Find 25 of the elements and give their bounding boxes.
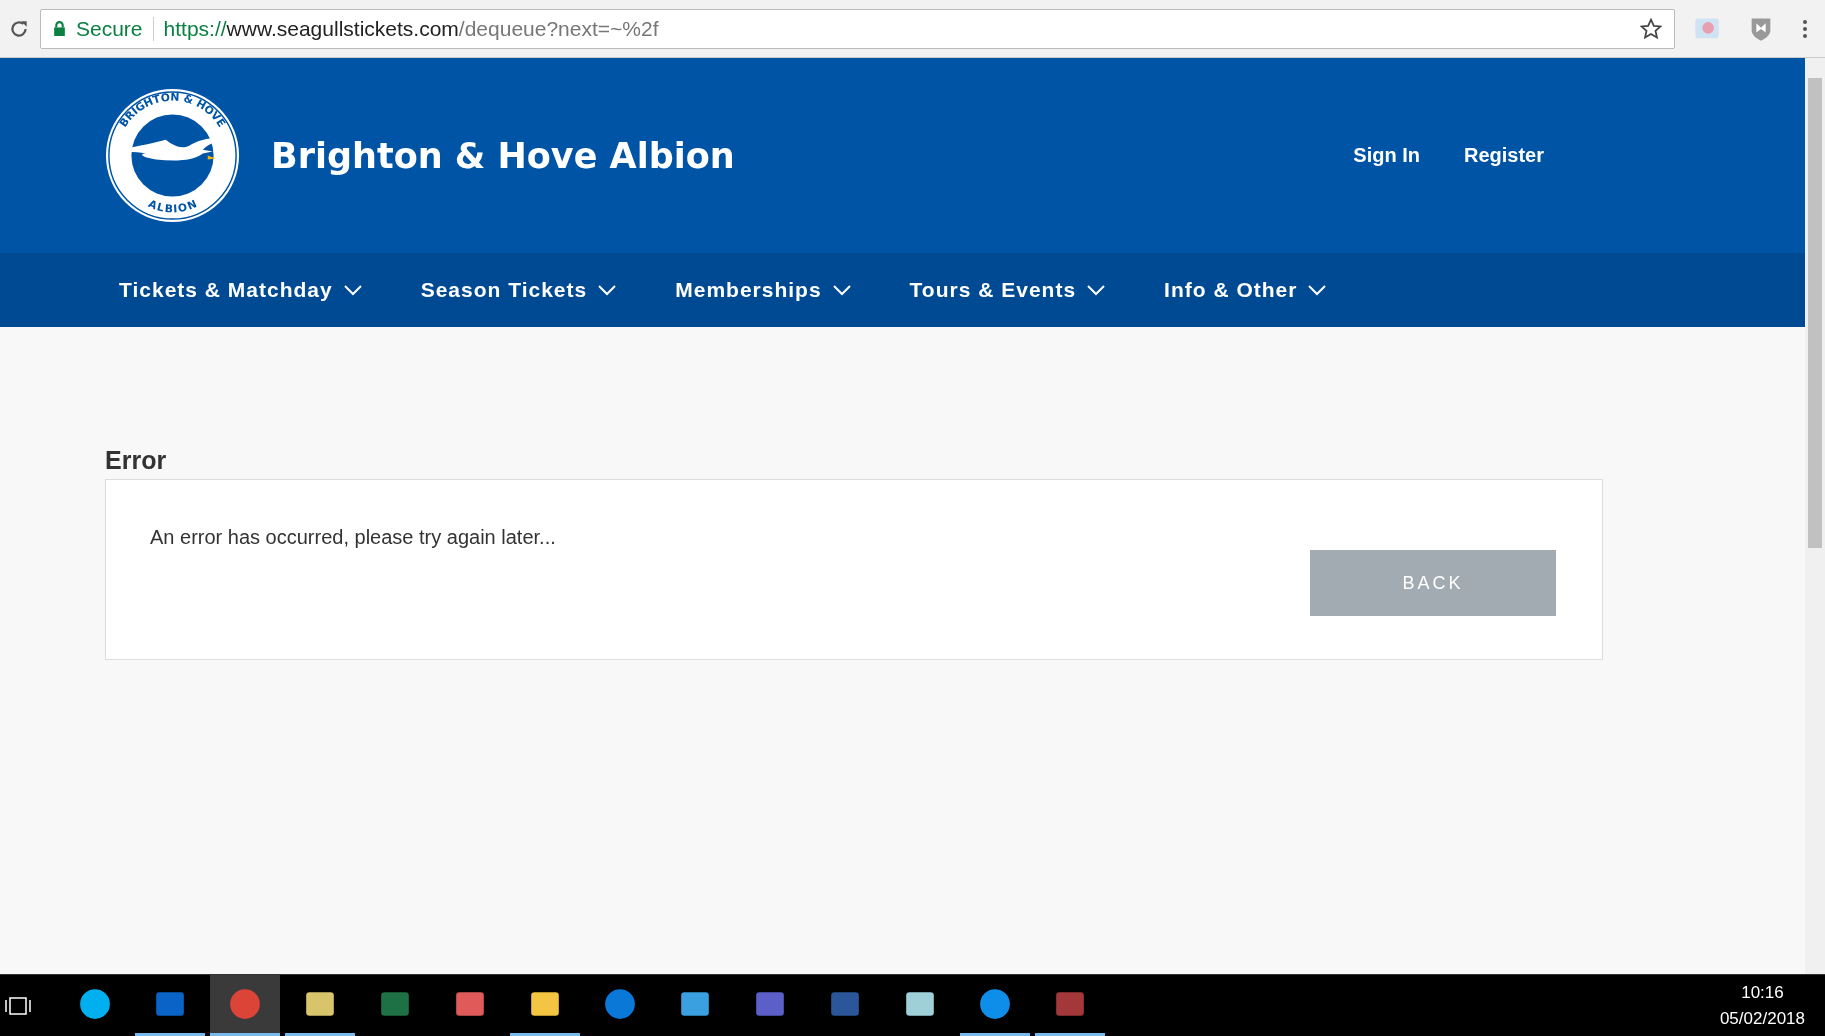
chevron-down-icon (342, 284, 363, 296)
url-text: https://www.seagullstickets.com/dequeue?next=~%2f (163, 16, 660, 41)
nav-menu-item[interactable]: Tours & Events (909, 278, 1107, 302)
menu-icon[interactable] (1801, 18, 1809, 39)
star-icon[interactable] (1640, 17, 1662, 40)
clock-time: 10:16 (1741, 982, 1784, 1003)
header-link[interactable]: Register (1463, 144, 1544, 167)
chevron-down-icon (1307, 284, 1328, 296)
secure-label: Secure (76, 16, 143, 41)
clock-date: 05/02/2018 (1719, 1008, 1805, 1029)
nav-menu-item[interactable]: Tickets & Matchday (119, 278, 363, 302)
taskbar-button[interactable] (210, 975, 280, 1036)
address-bar[interactable]: Secure https://www.seagullstickets.com/dequeue?next=~%2f (40, 8, 1675, 49)
chevron-down-icon (1086, 284, 1107, 296)
error-message: An error has occurred, please try again later... (150, 526, 556, 548)
error-heading: Error (105, 446, 168, 475)
chevron-down-icon (597, 284, 618, 296)
chevron-down-icon (831, 284, 852, 296)
nav-menu-item[interactable]: Info & Other (1164, 278, 1328, 302)
scrollbar[interactable] (1805, 58, 1825, 974)
nav-menu-item[interactable]: Memberships (675, 278, 852, 302)
site-title: Brighton & Hove Albion (271, 135, 736, 176)
header-link[interactable]: Sign In (1353, 144, 1420, 167)
lock-icon (53, 21, 66, 36)
nav-menu-item[interactable]: Season Tickets (420, 278, 618, 302)
